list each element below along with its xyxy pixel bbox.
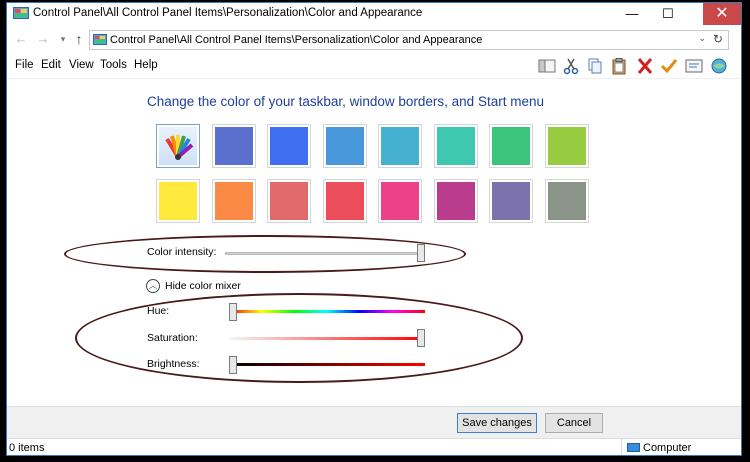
hue-thumb[interactable] <box>229 303 237 321</box>
saturation-track[interactable] <box>229 337 425 340</box>
checkmark-icon[interactable] <box>659 57 679 75</box>
swatch-fill <box>214 182 253 220</box>
menu-edit[interactable]: Edit <box>41 59 61 71</box>
title-bar: Control Panel\All Control Panel Items\Pe… <box>7 3 741 25</box>
maximize-button[interactable]: ☐ <box>651 3 685 25</box>
color-swatch-salmon[interactable] <box>267 179 311 223</box>
swatch-fill <box>159 182 197 220</box>
close-button[interactable]: ✕ <box>703 3 741 25</box>
brightness-thumb[interactable] <box>229 356 237 374</box>
automatic-color-icon <box>159 127 197 165</box>
swatch-fill <box>436 127 475 165</box>
status-location-label: Computer <box>643 442 692 454</box>
delete-icon[interactable] <box>635 57 655 75</box>
hue-track[interactable] <box>229 310 425 313</box>
brightness-track[interactable] <box>229 363 425 366</box>
status-bar: 0 items Computer <box>7 438 741 455</box>
swatch-fill <box>270 127 308 165</box>
refresh-icon[interactable]: ↻ <box>713 32 723 46</box>
menu-help[interactable]: Help <box>134 59 158 71</box>
item-count: 0 items <box>9 442 45 454</box>
color-swatch-automatic[interactable] <box>156 124 200 168</box>
copy-icon[interactable] <box>585 57 605 75</box>
color-swatch-sky-blue[interactable] <box>322 124 367 168</box>
menu-bar: File Edit View Tools Help <box>7 53 741 79</box>
color-swatch-teal-blue[interactable] <box>378 124 422 168</box>
hue-label: Hue: <box>147 305 170 317</box>
swatch-fill <box>547 127 586 165</box>
color-swatch-purple[interactable] <box>489 179 533 223</box>
color-swatch-slate-blue[interactable] <box>211 124 256 168</box>
color-swatch-magenta[interactable] <box>433 179 478 223</box>
saturation-label: Saturation: <box>147 332 198 344</box>
color-swatch-green[interactable] <box>489 124 533 168</box>
swatch-fill <box>547 182 586 220</box>
control-panel-icon <box>13 7 29 19</box>
paste-icon[interactable] <box>609 57 629 75</box>
menu-tools[interactable]: Tools <box>100 59 127 71</box>
brightness-label: Brightness: <box>147 358 200 370</box>
swatch-fill <box>492 127 530 165</box>
color-swatch-lime[interactable] <box>544 124 589 168</box>
color-swatch-orange[interactable] <box>211 179 256 223</box>
globe-icon[interactable] <box>709 57 729 75</box>
color-intensity-label: Color intensity: <box>147 246 217 258</box>
computer-icon <box>627 443 640 452</box>
hide-color-mixer-chevron-icon[interactable]: ︿ <box>146 279 160 293</box>
address-path: Control Panel\All Control Panel Items\Pe… <box>110 34 483 46</box>
address-dropdown-icon[interactable]: ⌄ <box>698 33 706 44</box>
menu-view[interactable]: View <box>69 59 94 71</box>
properties-icon[interactable] <box>684 57 704 75</box>
color-swatch-pink[interactable] <box>378 179 422 223</box>
swatch-fill <box>270 182 308 220</box>
footer-bar: Save changes Cancel <box>7 406 741 438</box>
status-location: Computer <box>627 442 691 454</box>
color-intensity-track[interactable] <box>225 252 425 255</box>
address-bar[interactable]: Control Panel\All Control Panel Items\Pe… <box>89 30 729 50</box>
color-settings-panel: Change the color of your taskbar, window… <box>7 80 741 406</box>
forward-button[interactable]: → <box>35 31 51 47</box>
status-separator <box>621 439 622 455</box>
page-heading: Change the color of your taskbar, window… <box>147 94 544 109</box>
recent-locations-button[interactable]: ▾ <box>55 31 71 47</box>
window-title: Control Panel\All Control Panel Items\Pe… <box>33 7 423 19</box>
swatch-fill <box>492 182 530 220</box>
color-swatch-turquoise[interactable] <box>433 124 478 168</box>
swatch-fill <box>436 182 475 220</box>
color-swatch-grey-green[interactable] <box>544 179 589 223</box>
save-changes-button[interactable]: Save changes <box>457 413 537 433</box>
up-button[interactable]: ↑ <box>71 31 87 47</box>
control-panel-icon <box>93 34 107 45</box>
color-intensity-thumb[interactable] <box>417 244 425 262</box>
swatch-fill <box>381 127 419 165</box>
color-swatch-yellow[interactable] <box>156 179 200 223</box>
minimize-button[interactable]: — <box>615 3 649 25</box>
hide-color-mixer-link[interactable]: Hide color mixer <box>165 280 241 292</box>
swatch-fill <box>325 127 364 165</box>
color-swatch-blue[interactable] <box>267 124 311 168</box>
menu-file[interactable]: File <box>15 59 34 71</box>
preview-pane-icon[interactable] <box>537 57 557 75</box>
swatch-fill <box>325 182 364 220</box>
cut-icon[interactable] <box>561 57 581 75</box>
address-row: ← → ▾ ↑ Control Panel\All Control Panel … <box>7 27 741 53</box>
swatch-fill <box>381 182 419 220</box>
saturation-thumb[interactable] <box>417 329 425 347</box>
control-panel-window: Control Panel\All Control Panel Items\Pe… <box>6 2 742 456</box>
color-swatch-red[interactable] <box>322 179 367 223</box>
swatch-fill <box>214 127 253 165</box>
cancel-button[interactable]: Cancel <box>545 413 603 433</box>
back-button[interactable]: ← <box>13 31 29 47</box>
